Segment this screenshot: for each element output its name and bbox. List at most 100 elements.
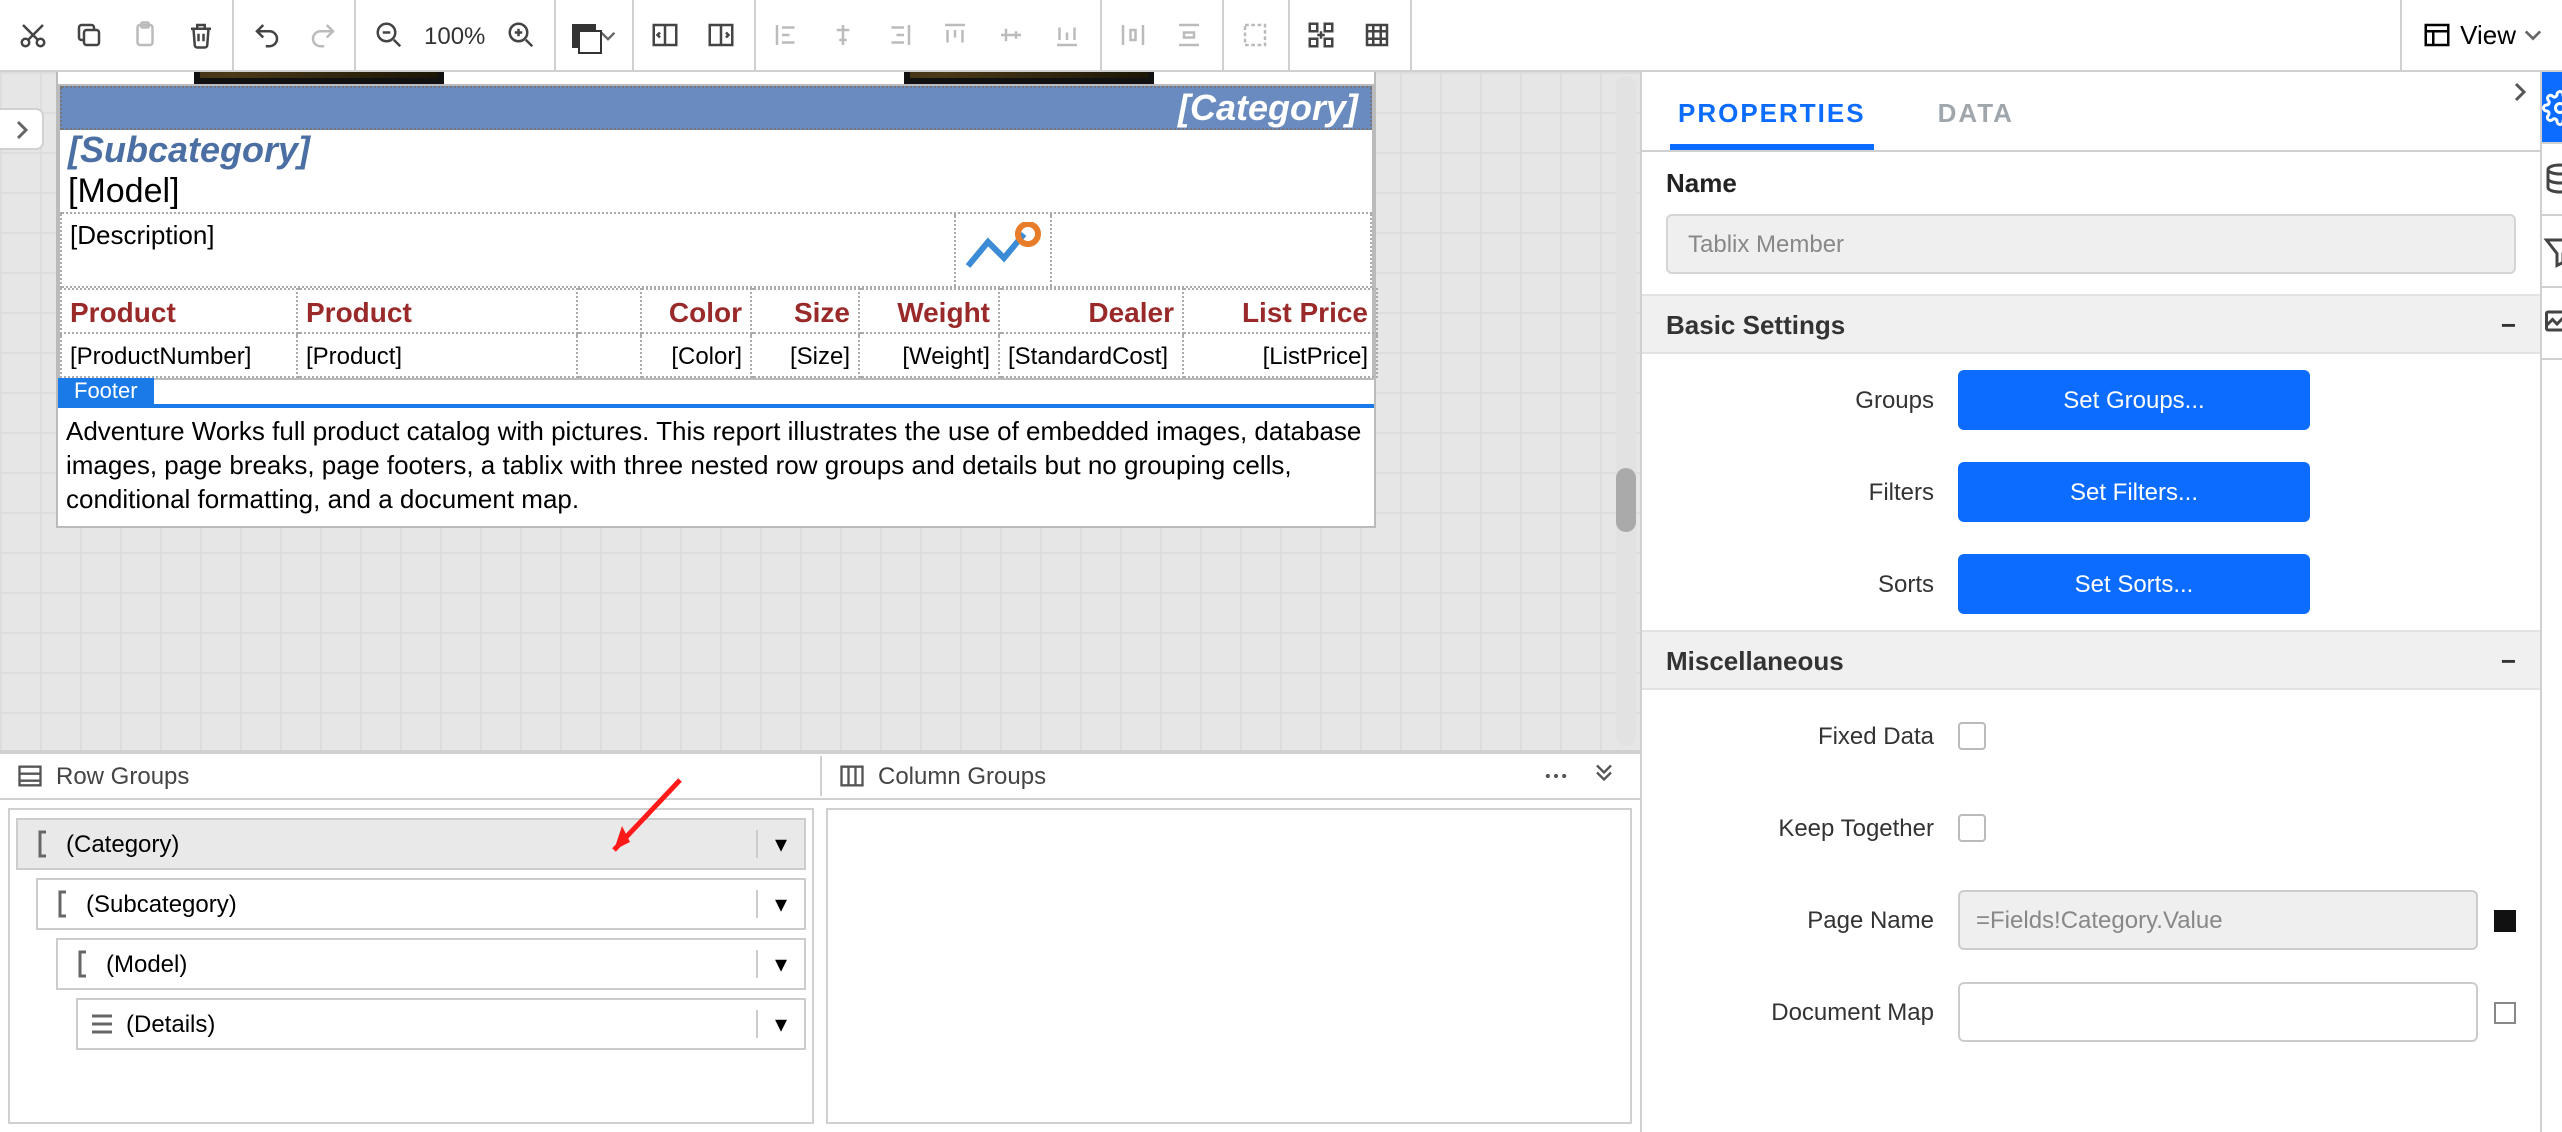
report-page[interactable]: [Category] [Subcategory] [Model] [Descri… [56, 72, 1376, 527]
col-header[interactable]: Color [641, 289, 751, 333]
page-name-label: Page Name [1642, 906, 1958, 934]
detail-cell[interactable]: [Size] [751, 333, 859, 377]
detail-cell[interactable]: [StandardCost] [999, 333, 1183, 377]
side-rail [2540, 72, 2562, 1132]
row-groups-icon [16, 762, 44, 790]
zoom-percent: 100% [416, 21, 493, 49]
sorts-label: Sorts [1642, 570, 1958, 598]
groups-body: (Category) ▾ (Subcategory) ▾ [0, 800, 1640, 1132]
rail-parameters-button[interactable] [2542, 216, 2562, 288]
main-toolbar: 100% [0, 0, 2562, 72]
rail-properties-button[interactable] [2542, 72, 2562, 144]
group-panel-menu-button[interactable] [1536, 756, 1576, 796]
subcategory-cell[interactable]: [Subcategory] [60, 130, 1372, 172]
zoom-out-button[interactable] [360, 0, 416, 71]
align-bottom-button[interactable] [1039, 0, 1095, 71]
detail-cell[interactable]: [Product] [297, 333, 577, 377]
column-groups-icon [838, 762, 866, 790]
group-dropdown-button[interactable]: ▾ [756, 1010, 804, 1038]
toolbox-expand-button[interactable] [0, 108, 44, 150]
undo-button[interactable] [238, 0, 294, 71]
sparkline-cell[interactable] [954, 214, 1050, 286]
canvas-vertical-scrollbar[interactable] [1616, 76, 1636, 746]
filters-label: Filters [1642, 478, 1958, 506]
detail-cell[interactable] [577, 333, 641, 377]
design-canvas[interactable]: [Category] [Subcategory] [Model] [Descri… [0, 72, 1640, 752]
row-group-subcategory[interactable]: (Subcategory) ▾ [36, 878, 806, 930]
page-name-expression-button[interactable] [2494, 909, 2516, 931]
layout-center-button[interactable] [1293, 0, 1349, 71]
row-groups-heading: Row Groups [56, 762, 189, 790]
miscellaneous-section-header[interactable]: Miscellaneous − [1642, 630, 2540, 690]
set-sorts-button[interactable]: Set Sorts... [1958, 554, 2310, 614]
col-header[interactable]: Weight [859, 289, 999, 333]
col-header[interactable] [577, 289, 641, 333]
row-group-category[interactable]: (Category) ▾ [16, 818, 806, 870]
set-filters-button[interactable]: Set Filters... [1958, 462, 2310, 522]
set-groups-button[interactable]: Set Groups... [1958, 370, 2310, 430]
footer-textbox[interactable]: Adventure Works full product catalog wit… [58, 408, 1374, 525]
col-header[interactable]: Dealer [999, 289, 1183, 333]
delete-button[interactable] [172, 0, 228, 71]
col-header[interactable]: List Price [1183, 289, 1377, 333]
tablix-detail-table[interactable]: Product Product Color Size Weight Dealer… [60, 288, 1378, 378]
layout-grid-button[interactable] [1349, 0, 1405, 71]
properties-collapse-button[interactable] [2500, 72, 2540, 112]
group-panel-collapse-button[interactable] [1584, 756, 1624, 796]
fixed-data-checkbox[interactable] [1958, 722, 1986, 750]
copy-button[interactable] [60, 0, 116, 71]
category-header-cell[interactable]: [Category] [60, 86, 1372, 130]
distribute-v-button[interactable] [1161, 0, 1217, 71]
column-groups-column [826, 808, 1632, 1124]
document-map-input[interactable] [1958, 982, 2478, 1042]
col-header[interactable]: Product [297, 289, 577, 333]
row-group-details[interactable]: (Details) ▾ [76, 998, 806, 1050]
name-section-label: Name [1642, 152, 2540, 214]
distribute-h-button[interactable] [1105, 0, 1161, 71]
rail-image-manager-button[interactable] [2542, 288, 2562, 360]
col-header[interactable]: Size [751, 289, 859, 333]
product-image-2 [904, 72, 1154, 84]
keep-together-checkbox[interactable] [1958, 814, 1986, 842]
row-group-model[interactable]: (Model) ▾ [56, 938, 806, 990]
detail-cell[interactable]: [ProductNumber] [61, 333, 297, 377]
name-input[interactable]: Tablix Member [1666, 214, 2516, 274]
align-center-button[interactable] [815, 0, 871, 71]
fill-color-button[interactable] [559, 0, 627, 71]
tab-data[interactable]: DATA [1930, 82, 2022, 150]
group-dropdown-button[interactable]: ▾ [756, 890, 804, 918]
footer-section-tag: Footer [58, 378, 154, 406]
detail-cell[interactable]: [Color] [641, 333, 751, 377]
details-lines-icon [78, 1012, 126, 1036]
groups-header: Row Groups Column Groups [0, 752, 1640, 800]
page-name-input[interactable] [1958, 890, 2478, 950]
model-cell[interactable]: [Model] [60, 172, 1372, 212]
view-menu-button[interactable]: View [2400, 0, 2562, 70]
detail-cell[interactable]: [Weight] [859, 333, 999, 377]
document-map-label: Document Map [1642, 998, 1958, 1026]
align-right-button[interactable] [871, 0, 927, 71]
align-middle-button[interactable] [983, 0, 1039, 71]
align-top-button[interactable] [927, 0, 983, 71]
zoom-in-button[interactable] [493, 0, 549, 71]
group-select-button[interactable] [1227, 0, 1283, 71]
align-left-button[interactable] [759, 0, 815, 71]
insert-column-left-button[interactable] [637, 0, 693, 71]
rail-data-button[interactable] [2542, 144, 2562, 216]
col-header[interactable]: Product [61, 289, 297, 333]
cut-button[interactable] [4, 0, 60, 71]
redo-button[interactable] [294, 0, 350, 71]
group-dropdown-button[interactable]: ▾ [756, 950, 804, 978]
row-groups-column: (Category) ▾ (Subcategory) ▾ [8, 808, 814, 1124]
detail-cell[interactable]: [ListPrice] [1183, 333, 1377, 377]
insert-column-right-button[interactable] [693, 0, 749, 71]
group-bracket-icon [18, 830, 66, 858]
basic-settings-section-header[interactable]: Basic Settings − [1642, 294, 2540, 354]
group-dropdown-button[interactable]: ▾ [756, 830, 804, 858]
description-cell[interactable]: [Description] [62, 214, 954, 286]
properties-pane: PROPERTIES DATA Name Tablix Member Basic… [1642, 72, 2540, 1132]
document-map-expression-button[interactable] [2494, 1001, 2516, 1023]
group-bracket-icon [58, 950, 106, 978]
paste-button[interactable] [116, 0, 172, 71]
tab-properties[interactable]: PROPERTIES [1670, 82, 1874, 150]
